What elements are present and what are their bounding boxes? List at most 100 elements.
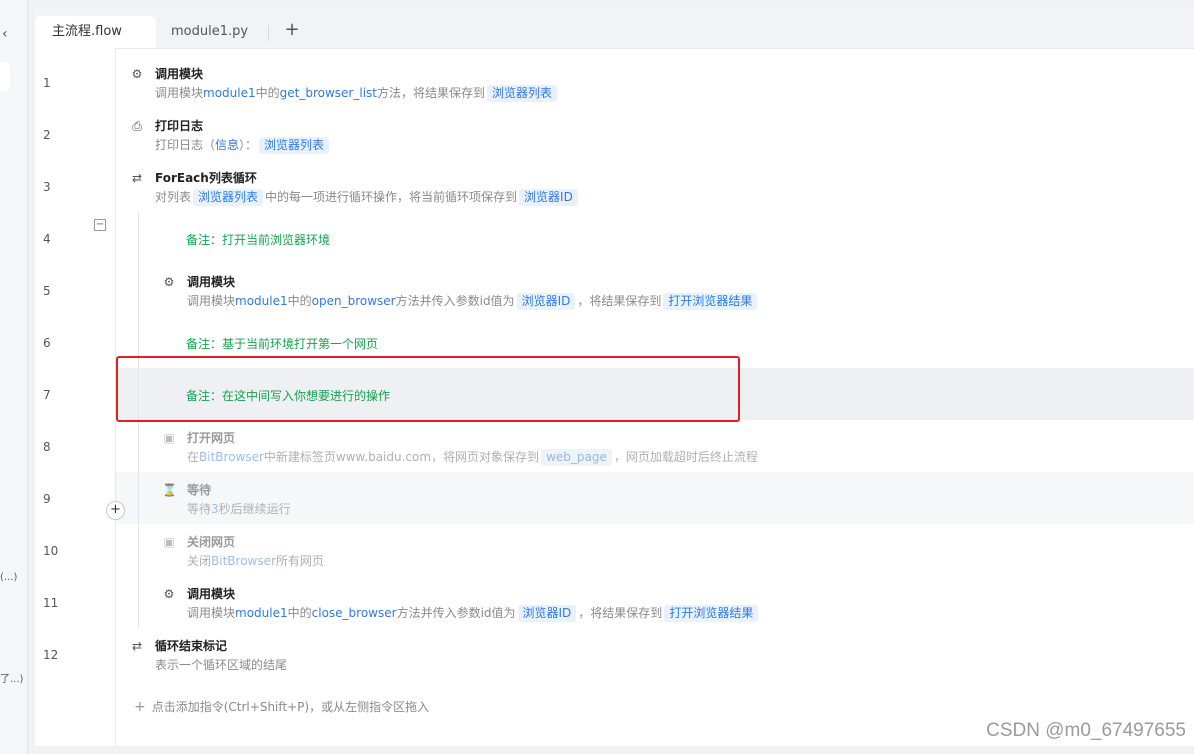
variable-tag[interactable]: 浏览器列表 [487, 85, 558, 102]
variable-tag[interactable]: 浏览器ID [519, 189, 578, 206]
desc-text: ，将结果保存到 [578, 606, 663, 620]
loop-end-icon: ⇄ [131, 639, 143, 653]
step-loop-end[interactable]: ⇄ 循环结束标记 表示一个循环区域的结尾 [130, 639, 730, 679]
desc-text: 在 [187, 450, 200, 464]
line-number: 2 [43, 128, 51, 142]
step-description: 表示一个循环区域的结尾 [155, 656, 287, 673]
desc-text: 秒后继续运行 [218, 502, 291, 516]
add-tab-button[interactable]: + [284, 20, 300, 40]
browser-window-icon: ▣ [163, 535, 175, 549]
desc-highlight: BitBrowser [199, 450, 264, 464]
desc-highlight: get_browser_list [279, 86, 377, 100]
step-description: 在BitBrowser中新建标签页www.baidu.com，将网页对象保存到 w… [187, 448, 758, 466]
line-number: 3 [43, 180, 51, 194]
variable-tag[interactable]: 浏览器ID [516, 293, 576, 310]
step-wait[interactable]: ⌛ 等待 等待3秒后继续运行 [162, 483, 762, 523]
annotation-highlight-box [116, 356, 740, 422]
step-call-module[interactable]: ⚙ 调用模块 调用模块module1中的get_browser_list方法，将… [130, 67, 830, 107]
add-instruction-hint[interactable]: + 点击添加指令(Ctrl+Shift+P)，或从左侧指令区拖入 [134, 698, 429, 715]
desc-text: 方法并传入参数id值为 [395, 294, 515, 308]
step-description: 对列表 浏览器列表 中的每一项进行循环操作，将当前循环项保存到 浏览器ID [155, 188, 580, 206]
line-number: 1 [43, 76, 51, 90]
desc-highlight: module1 [235, 294, 288, 308]
variable-tag[interactable]: 打开浏览器结果 [663, 293, 758, 310]
desc-text: 调用模块 [187, 294, 236, 308]
step-title: 调用模块 [187, 275, 236, 289]
tab-main-flow[interactable]: 主流程.flow [35, 16, 156, 48]
desc-text: 打印日志（ [155, 138, 216, 152]
step-comment[interactable]: 备注：打开当前浏览器环境 [186, 231, 330, 248]
desc-text: 表示一个循环区域的结尾 [155, 658, 288, 672]
step-title: 循环结束标记 [155, 639, 228, 653]
desc-highlight: 3 [211, 502, 219, 516]
line-number-gutter: 1 2 3 4 5 6 7 8 9 10 11 12 − + [35, 48, 125, 746]
desc-highlight: 信息 [215, 138, 240, 152]
desc-text: 中的 [255, 86, 280, 100]
line-number: 4 [43, 232, 51, 246]
step-description: 调用模块module1中的close_browser方法并传入参数id值为 浏览器… [187, 604, 760, 622]
desc-text: 所有网页 [275, 554, 324, 568]
step-title: 关闭网页 [187, 535, 236, 549]
tab-module1[interactable]: module1.py [154, 16, 269, 48]
desc-text: 对列表 [155, 190, 192, 204]
plus-icon: + [134, 699, 146, 715]
step-open-webpage[interactable]: ▣ 打开网页 在BitBrowser中新建标签页www.baidu.com，将网… [162, 431, 962, 471]
desc-highlight: BitBrowser [211, 554, 276, 568]
line-number: 12 [43, 648, 59, 662]
desc-text: 方法，将结果保存到 [376, 86, 485, 100]
variable-tag[interactable]: 打开浏览器结果 [664, 605, 759, 622]
desc-text: 中新建标签页www.baidu.com，将网页对象保存到 [263, 450, 540, 464]
line-number: 5 [43, 284, 51, 298]
step-call-module[interactable]: ⚙ 调用模块 调用模块module1中的open_browser方法并传入参数i… [162, 275, 962, 315]
desc-highlight: open_browser [311, 294, 396, 308]
sidebar-truncated-text: 了...) [0, 674, 24, 685]
variable-tag[interactable]: 浏览器列表 [193, 189, 264, 206]
step-title: 打印日志 [155, 119, 204, 133]
step-title: ForEach列表循环 [155, 171, 257, 185]
desc-text: 中的 [287, 606, 312, 620]
step-description: 等待3秒后继续运行 [187, 500, 291, 517]
desc-text: 调用模块 [155, 86, 204, 100]
variable-tag[interactable]: 浏览器列表 [259, 137, 330, 154]
module-call-icon: ⚙ [131, 67, 143, 81]
tab-divider [268, 25, 269, 41]
step-description: 调用模块module1中的open_browser方法并传入参数id值为 浏览器I… [187, 292, 759, 310]
desc-text: ，将结果保存到 [577, 294, 662, 308]
module-call-icon: ⚙ [163, 275, 175, 289]
left-sidebar-strip: ‹ (...) 了...) [0, 0, 28, 754]
hourglass-icon: ⌛ [162, 483, 177, 497]
step-description: 打印日志（信息）： 浏览器列表 [155, 136, 331, 154]
line-number: 10 [43, 544, 59, 558]
line-number: 6 [43, 336, 51, 350]
step-close-webpage[interactable]: ▣ 关闭网页 关闭BitBrowser所有网页 [162, 535, 762, 575]
add-instruction-text: 点击添加指令(Ctrl+Shift+P)，或从左侧指令区拖入 [151, 700, 430, 714]
step-title: 调用模块 [187, 587, 236, 601]
step-title: 等待 [187, 483, 212, 497]
step-title: 调用模块 [155, 67, 204, 81]
step-foreach-loop[interactable]: ⇄ ForEach列表循环 对列表 浏览器列表 中的每一项进行循环操作，将当前循环项… [130, 171, 930, 211]
desc-highlight: module1 [203, 86, 256, 100]
step-description: 调用模块module1中的get_browser_list方法，将结果保存到 浏览… [155, 84, 559, 102]
tab-bar: 主流程.flow module1.py + [35, 8, 1194, 49]
variable-tag[interactable]: 浏览器ID [517, 605, 577, 622]
step-description: 关闭BitBrowser所有网页 [187, 552, 324, 569]
line-number: 11 [43, 596, 59, 610]
step-print-log[interactable]: ⎙ 打印日志 打印日志（信息）： 浏览器列表 [130, 119, 830, 159]
desc-text: ，网页加载超时后终止流程 [613, 450, 758, 464]
chevron-left-icon[interactable]: ‹ [2, 26, 16, 42]
desc-text: 方法并传入参数id值为 [396, 606, 516, 620]
desc-text: 中的每一项进行循环操作，将当前循环项保存到 [265, 190, 518, 204]
step-call-module[interactable]: ⚙ 调用模块 调用模块module1中的close_browser方法并传入参数… [162, 587, 962, 627]
variable-tag[interactable]: web_page [541, 449, 612, 466]
desc-highlight: close_browser [311, 606, 397, 620]
line-number: 8 [43, 440, 51, 454]
insert-step-button[interactable]: + [106, 501, 125, 520]
step-comment[interactable]: 备注：基于当前环境打开第一个网页 [186, 335, 378, 352]
sidebar-selected-card[interactable] [0, 62, 10, 91]
fold-toggle-button[interactable]: − [94, 219, 106, 231]
step-title: 打开网页 [187, 431, 236, 445]
desc-text: 中的 [287, 294, 312, 308]
desc-text: 关闭 [187, 554, 212, 568]
printer-icon: ⎙ [132, 119, 142, 133]
browser-window-icon: ▣ [163, 431, 175, 445]
